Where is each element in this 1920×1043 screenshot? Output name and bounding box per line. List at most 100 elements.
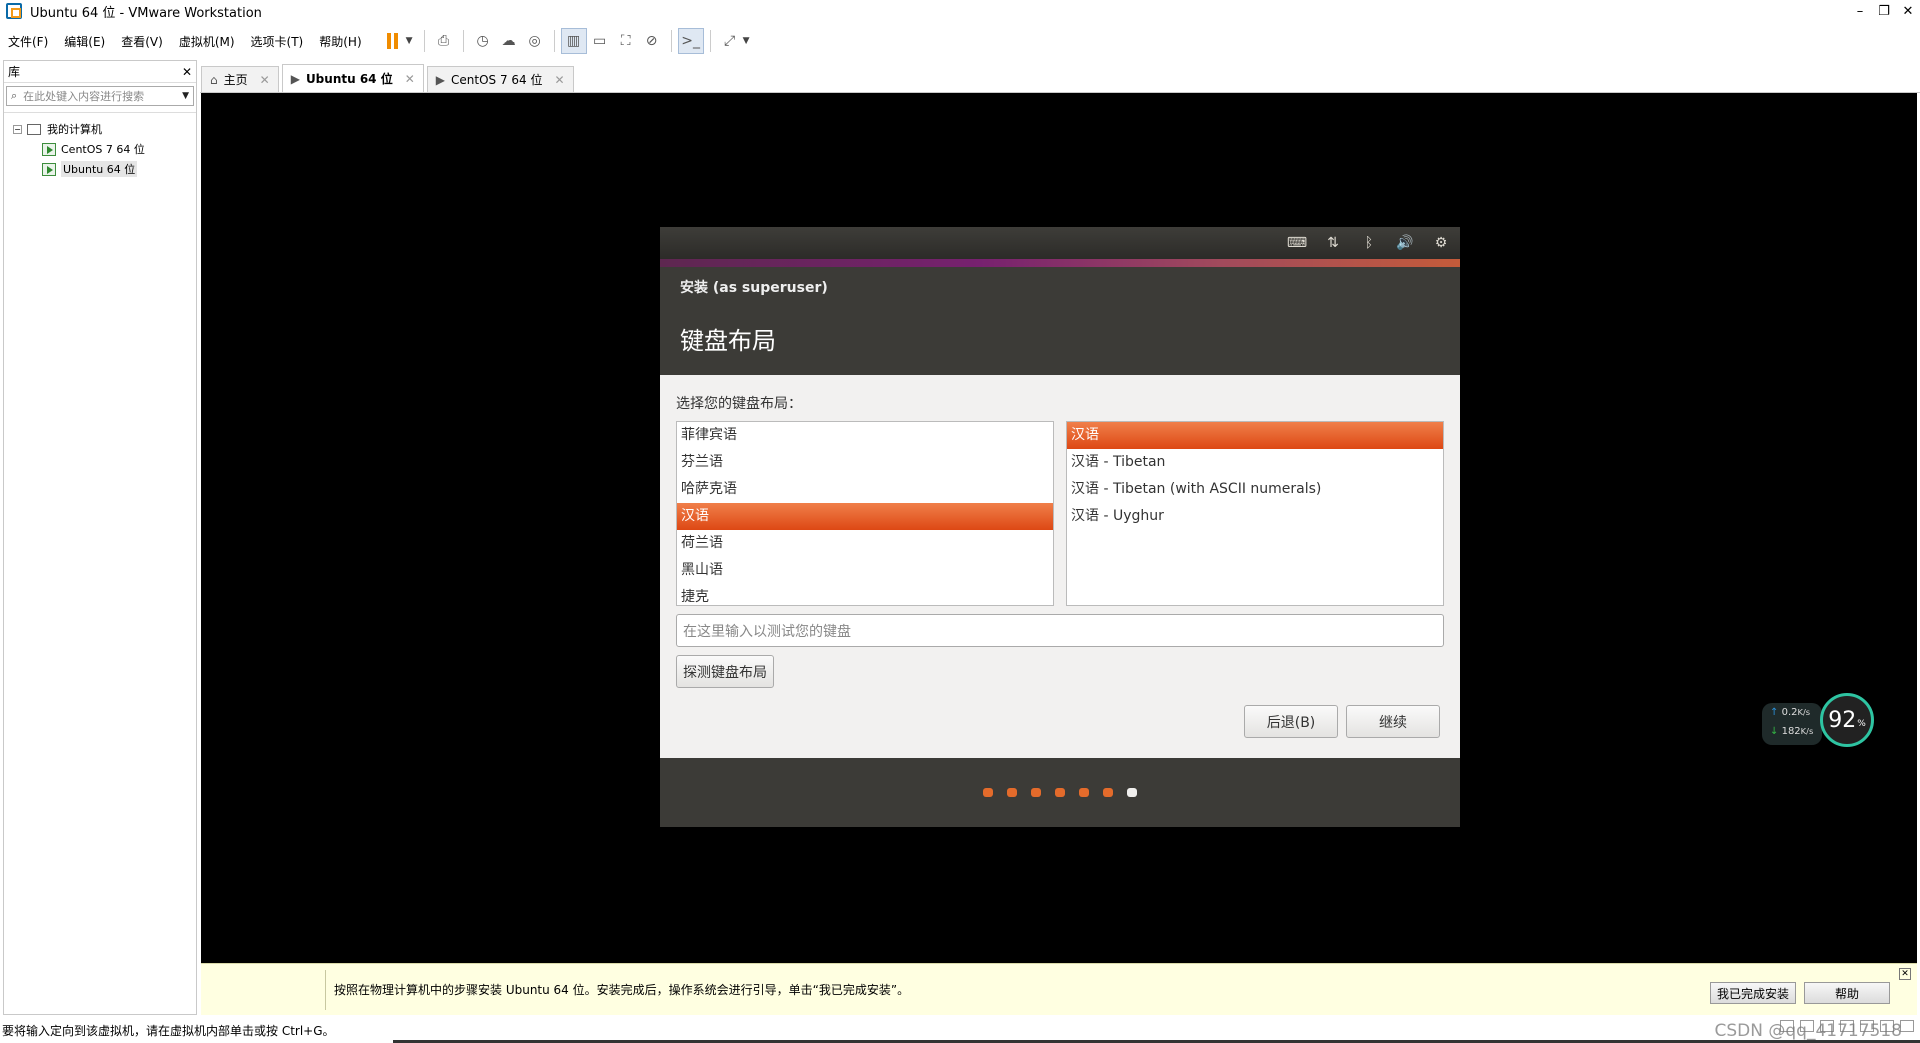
usage-gauge: 92%	[1820, 693, 1874, 747]
minimize-icon[interactable]: –	[1848, 0, 1872, 22]
close-icon[interactable]: ✕	[1896, 0, 1920, 22]
unity-button[interactable]: ⊘	[639, 28, 665, 54]
menu-help[interactable]: 帮助(H)	[311, 33, 369, 50]
full-screen-button[interactable]: ⛶	[613, 28, 639, 54]
stretch-dropdown-icon[interactable]: ▼	[743, 36, 755, 46]
pause-dropdown-icon[interactable]: ▼	[406, 36, 418, 46]
settings-gear-icon[interactable]: ⚙	[1430, 235, 1452, 251]
bluetooth-icon[interactable]: ᛒ	[1358, 235, 1380, 251]
list-item-selected[interactable]: 汉语	[677, 503, 1053, 530]
installer-top-panel: ⌨ ⇅ ᛒ 🔊 ⚙	[660, 227, 1460, 259]
list-item-selected[interactable]: 汉语	[1067, 422, 1443, 449]
list-item[interactable]: 汉语 - Tibetan	[1067, 449, 1443, 476]
watermark: CSDN @qq_41717518	[1714, 1021, 1902, 1041]
library-search-input[interactable]: ⌕ 在此处键入内容进行搜索 ▼	[6, 86, 194, 106]
pause-icon	[387, 33, 399, 49]
snapshot-button[interactable]: ◷	[470, 28, 496, 54]
list-item[interactable]: 菲律宾语	[677, 422, 1053, 449]
network-icon[interactable]: ⇅	[1322, 235, 1344, 251]
restore-icon[interactable]: ❐	[1872, 0, 1896, 22]
progress-dot-current	[1127, 788, 1137, 797]
variant-list[interactable]: 汉语 汉语 - Tibetan 汉语 - Tibetan (with ASCII…	[1066, 421, 1444, 606]
list-item[interactable]: 汉语 - Uyghur	[1067, 503, 1443, 530]
stretch-guest-button[interactable]: ⤢	[717, 28, 743, 54]
installer-body: 选择您的键盘布局： 菲律宾语 芬兰语 哈萨克语 汉语 荷兰语 黑山语 捷克 汉语…	[660, 375, 1460, 758]
send-ctrl-alt-del-button[interactable]: ⎙	[431, 28, 457, 54]
tree-item-centos[interactable]: CentOS 7 64 位	[4, 139, 196, 159]
vm-tab-icon: ▶	[435, 72, 445, 87]
revert-snapshot-button[interactable]: ☁	[496, 28, 522, 54]
display-icon[interactable]	[1900, 1020, 1914, 1032]
download-unit: K/s	[1800, 726, 1814, 736]
help-button[interactable]: 帮助	[1804, 982, 1890, 1004]
installer-nav: 后退(B) 继续	[1244, 705, 1440, 738]
library-search-placeholder: 在此处键入内容进行搜索	[23, 90, 145, 103]
tab-close-icon[interactable]: ✕	[260, 73, 270, 87]
back-button[interactable]: 后退(B)	[1244, 705, 1338, 738]
library-title: 库	[8, 65, 21, 79]
upload-unit: K/s	[1797, 707, 1811, 717]
progress-dot	[983, 788, 993, 797]
installer-subtitle: 安装 (as superuser)	[680, 280, 828, 296]
tab-close-icon[interactable]: ✕	[554, 73, 564, 87]
window-title: Ubuntu 64 位 - VMware Workstation	[30, 5, 262, 21]
keyboard-test-input[interactable]: 在这里输入以测试您的键盘	[676, 614, 1444, 647]
network-monitor-widget[interactable]: ↑ 0.2K/s ↓ 182K/s 92%	[1762, 693, 1874, 753]
list-item[interactable]: 芬兰语	[677, 449, 1053, 476]
detect-layout-button[interactable]: 探测键盘布局	[676, 655, 774, 688]
notice-message: 按照在物理计算机中的步骤安装 Ubuntu 64 位。安装完成后，操作系统会进行…	[334, 983, 910, 997]
status-bar: 要将输入定向到该虚拟机，请在虚拟机内部单击或按 Ctrl+G。 CSDN @qq…	[0, 1017, 1920, 1043]
install-notice-bar: 按照在物理计算机中的步骤安装 Ubuntu 64 位。安装完成后，操作系统会进行…	[201, 963, 1917, 1015]
tree-root-label: 我的计算机	[47, 123, 102, 136]
tab-close-icon[interactable]: ✕	[405, 72, 415, 86]
notice-close-icon[interactable]: ✕	[1899, 968, 1911, 980]
list-item[interactable]: 黑山语	[677, 557, 1053, 584]
tree-item-my-computer[interactable]: − 我的计算机	[4, 119, 196, 139]
layout-list[interactable]: 菲律宾语 芬兰语 哈萨克语 汉语 荷兰语 黑山语 捷克	[676, 421, 1054, 606]
keyboard-icon[interactable]: ⌨	[1286, 235, 1308, 251]
toolbar-divider	[670, 30, 672, 52]
list-item[interactable]: 哈萨克语	[677, 476, 1053, 503]
progress-dot	[1103, 788, 1113, 797]
library-panel: 库 ✕ ⌕ 在此处键入内容进行搜索 ▼ − 我的计算机 CentOS 7 64 …	[3, 60, 197, 1015]
menu-edit[interactable]: 编辑(E)	[56, 33, 113, 50]
usage-percent-unit: %	[1857, 719, 1866, 729]
tree-item-ubuntu[interactable]: Ubuntu 64 位	[4, 159, 196, 179]
vm-tab-icon: ▶	[290, 71, 300, 86]
menu-tabs[interactable]: 选项卡(T)	[243, 33, 312, 50]
list-item[interactable]: 荷兰语	[677, 530, 1053, 557]
menu-vm[interactable]: 虚拟机(M)	[171, 33, 243, 50]
tab-centos[interactable]: ▶ CentOS 7 64 位 ✕	[426, 66, 574, 92]
status-text: 要将输入定向到该虚拟机，请在虚拟机内部单击或按 Ctrl+G。	[2, 1023, 335, 1038]
tab-home[interactable]: ⌂ 主页 ✕	[201, 66, 279, 92]
installer-accent-strip	[660, 259, 1460, 267]
tree-item-label: CentOS 7 64 位	[61, 143, 145, 156]
volume-icon[interactable]: 🔊	[1394, 235, 1416, 251]
home-icon: ⌂	[210, 72, 218, 87]
progress-dot	[1055, 788, 1065, 797]
progress-dot	[1079, 788, 1089, 797]
toolbar-divider	[423, 30, 425, 52]
vmware-app-icon	[6, 3, 22, 19]
vm-icon	[42, 162, 56, 176]
menu-file[interactable]: 文件(F)	[0, 33, 56, 50]
search-icon: ⌕	[11, 89, 18, 102]
thumbnail-bar-button[interactable]: ▭	[587, 28, 613, 54]
collapse-icon[interactable]: −	[13, 124, 22, 134]
continue-button[interactable]: 继续	[1346, 705, 1440, 738]
installation-complete-button[interactable]: 我已完成安装	[1710, 982, 1796, 1004]
tab-ubuntu[interactable]: ▶ Ubuntu 64 位 ✕	[281, 64, 424, 92]
list-item[interactable]: 汉语 - Tibetan (with ASCII numerals)	[1067, 476, 1443, 503]
search-dropdown-icon[interactable]: ▼	[182, 91, 189, 101]
computer-icon	[27, 123, 41, 135]
snapshot-manager-button[interactable]: ◎	[522, 28, 548, 54]
show-library-button[interactable]: ▥	[560, 28, 587, 54]
usage-percent: 92	[1828, 707, 1857, 733]
list-item[interactable]: 捷克	[677, 584, 1053, 605]
console-view-button[interactable]: >_	[677, 28, 704, 54]
toolbar-divider	[709, 30, 711, 52]
menu-view[interactable]: 查看(V)	[113, 33, 171, 50]
ubuntu-installer-window: ⌨ ⇅ ᛒ 🔊 ⚙ 安装 (as superuser) 键盘布局 选择您的键盘布…	[660, 227, 1460, 827]
pause-button[interactable]	[380, 28, 406, 54]
library-close-icon[interactable]: ✕	[182, 65, 192, 79]
